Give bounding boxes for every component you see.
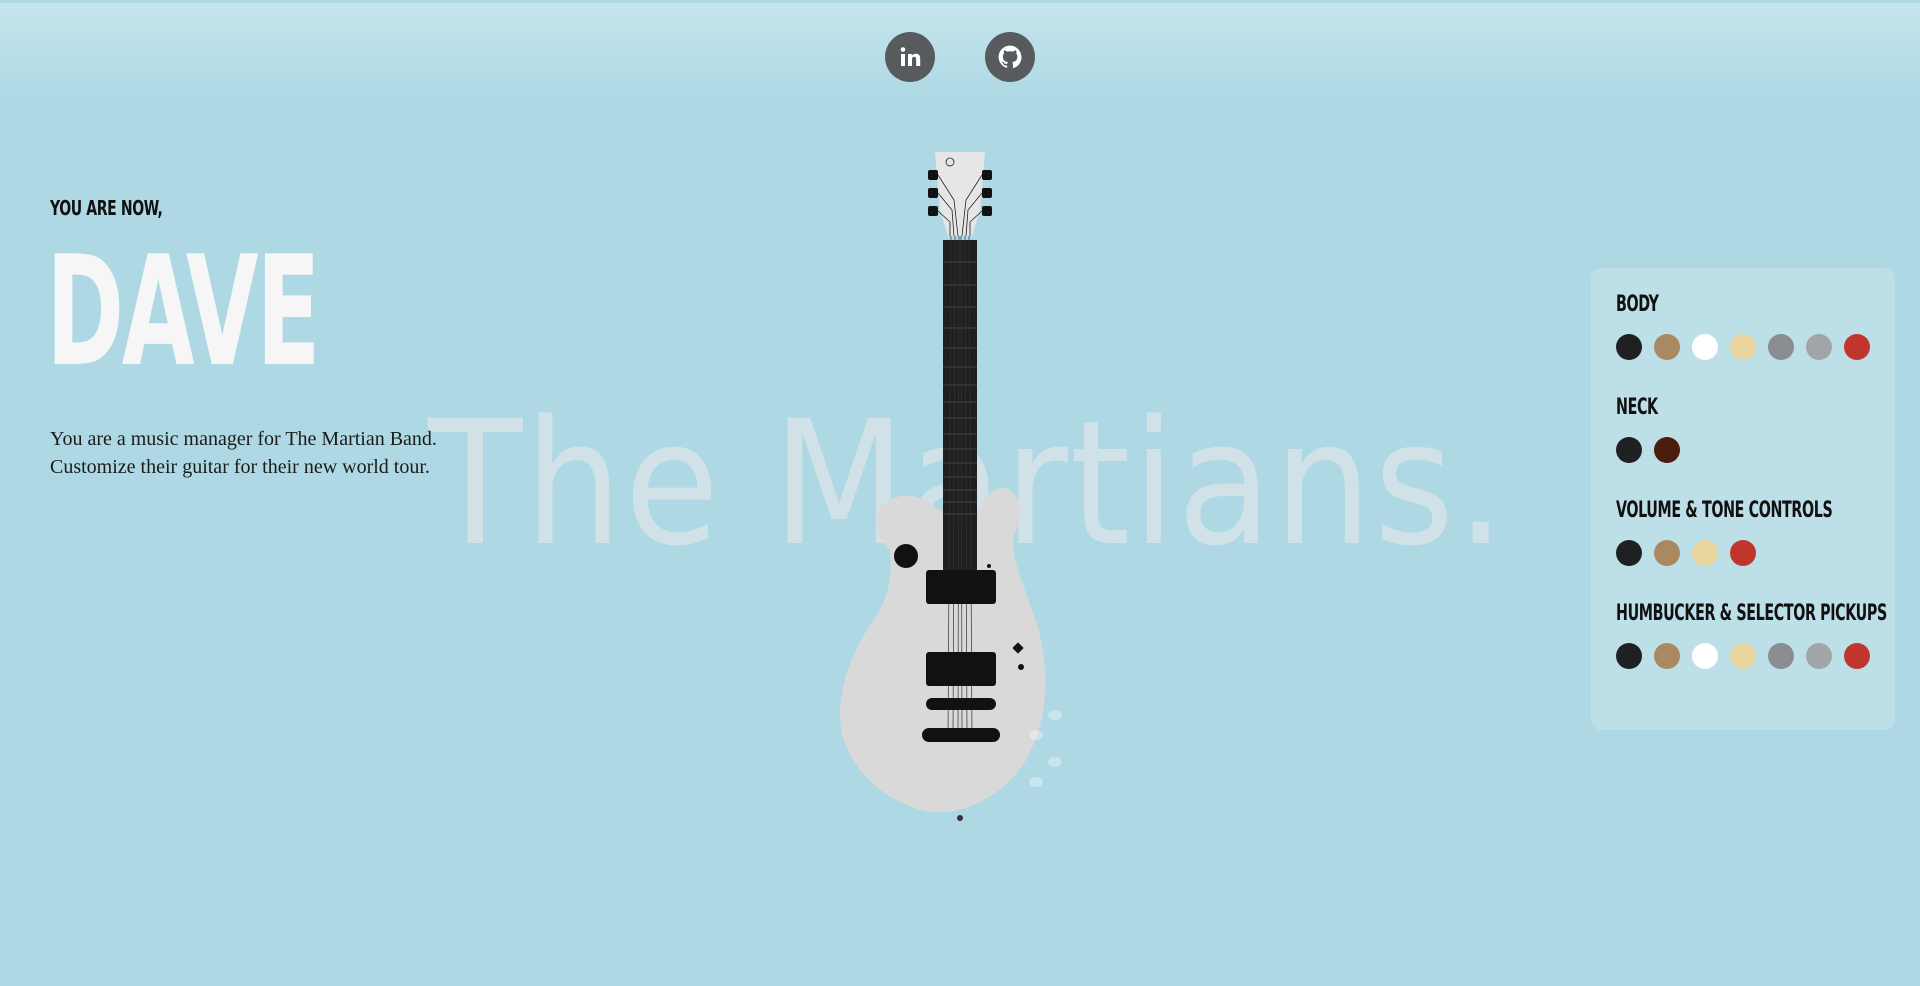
player-name: DAVE [46, 223, 321, 400]
color-swatch[interactable] [1768, 334, 1794, 360]
swatches-pickups [1616, 643, 1920, 669]
section-controls: VOLUME & TONE CONTROLS [1616, 498, 1917, 566]
neck-pickup [926, 570, 996, 604]
color-swatch[interactable] [1692, 334, 1718, 360]
tailpiece [922, 728, 1000, 742]
color-swatch[interactable] [1654, 437, 1680, 463]
color-swatch[interactable] [1844, 643, 1870, 669]
color-swatch[interactable] [1730, 334, 1756, 360]
color-swatch[interactable] [1654, 643, 1680, 669]
section-title-body: BODY [1616, 292, 1659, 317]
eyebrow-text: YOU ARE NOW, [50, 196, 163, 220]
swatches-controls [1616, 540, 1917, 566]
guitar-headstock [935, 152, 985, 236]
color-swatch[interactable] [1616, 437, 1642, 463]
color-swatch[interactable] [1844, 334, 1870, 360]
color-swatch[interactable] [1654, 334, 1680, 360]
swatches-body [1616, 334, 1870, 360]
intro-line-1: You are a music manager for The Martian … [50, 428, 437, 450]
guitar-neck [943, 240, 977, 570]
color-swatch[interactable] [1768, 643, 1794, 669]
color-swatch[interactable] [1654, 540, 1680, 566]
section-pickups: HUMBUCKER & SELECTOR PICKUPS [1616, 601, 1920, 669]
section-title-neck: NECK [1616, 395, 1658, 420]
color-swatch[interactable] [1730, 643, 1756, 669]
color-swatch[interactable] [1692, 540, 1718, 566]
section-title-controls: VOLUME & TONE CONTROLS [1616, 498, 1833, 523]
color-swatch[interactable] [1616, 643, 1642, 669]
swatches-neck [1616, 437, 1680, 463]
linkedin-icon [900, 47, 921, 66]
section-title-pickups: HUMBUCKER & SELECTOR PICKUPS [1616, 601, 1887, 626]
bridge [926, 698, 996, 710]
customizer-panel: BODY NECK VOLUME & TONE CONTROLS HUMBUCK… [1591, 268, 1895, 730]
intro-line-2: Customize their guitar for their new wor… [50, 456, 430, 478]
linkedin-link[interactable] [885, 32, 935, 82]
color-swatch[interactable] [1730, 540, 1756, 566]
github-link[interactable] [985, 32, 1035, 82]
guitar-viewer[interactable] [830, 150, 1090, 840]
color-swatch[interactable] [1692, 643, 1718, 669]
selector-switch [894, 544, 918, 568]
bridge-pickup [926, 652, 996, 686]
color-swatch[interactable] [1806, 643, 1832, 669]
color-swatch[interactable] [1616, 334, 1642, 360]
top-bar [0, 3, 1920, 103]
page: The Martians. YOU ARE NOW, DAVE You are … [0, 0, 1920, 986]
guitar-illustration [839, 152, 1062, 821]
intro-text: You are a music manager for The Martian … [50, 425, 470, 481]
section-body: BODY [1616, 292, 1870, 360]
github-icon [998, 45, 1022, 69]
color-swatch[interactable] [1616, 540, 1642, 566]
section-neck: NECK [1616, 395, 1680, 463]
color-swatch[interactable] [1806, 334, 1832, 360]
